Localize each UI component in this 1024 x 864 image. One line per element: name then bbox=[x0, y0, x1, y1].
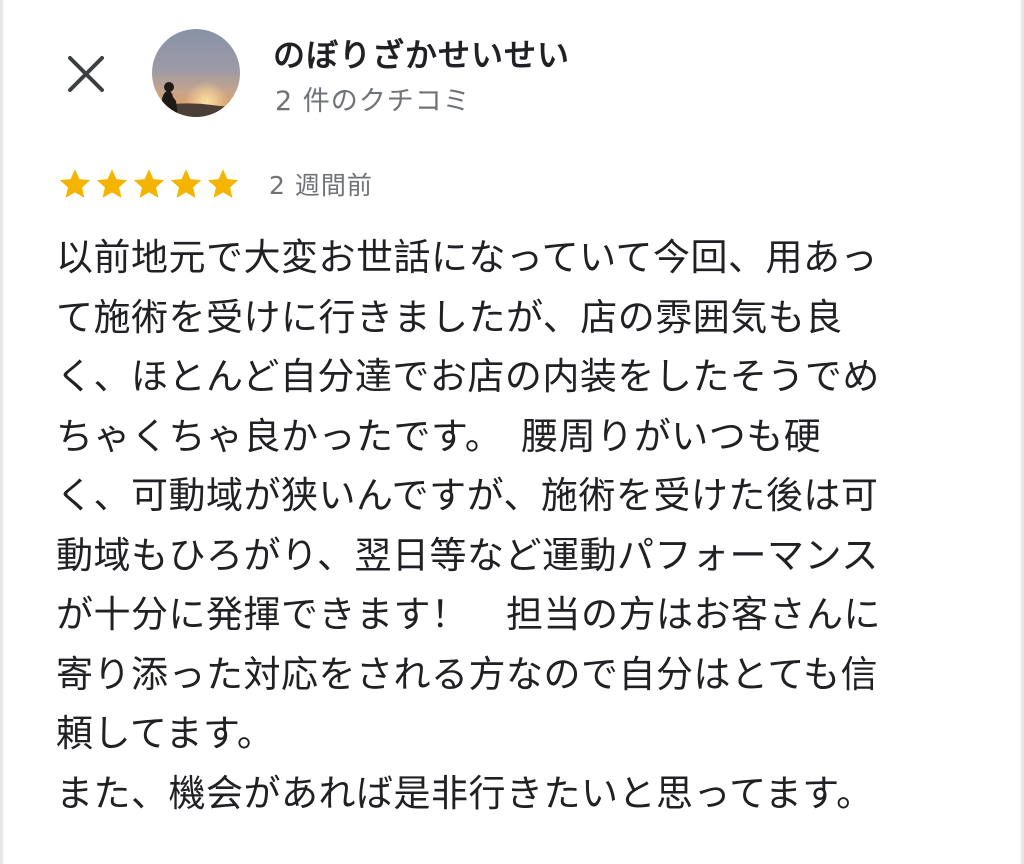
review-text-line: 以前地元で大変お世話になっていて今回、用あっ bbox=[56, 236, 879, 279]
close-icon bbox=[68, 56, 104, 92]
star-icon bbox=[59, 169, 91, 198]
review-count: 2 件のクチコミ bbox=[275, 86, 471, 117]
review-text-line: 動域もひろがり、翌日等など運動パフォーマンス bbox=[56, 533, 879, 577]
star-icon bbox=[96, 169, 128, 198]
review-text-line: 寄り添った対応をされる方なので自分はとても信 bbox=[56, 652, 879, 696]
review-text-line: 頼してます。 bbox=[56, 712, 275, 755]
reviewer-name[interactable]: のぼりざかせいせい bbox=[273, 30, 570, 76]
review-text-line: が十分に発揮できます！ 担当の方はお客さんに bbox=[56, 593, 881, 636]
close-button[interactable] bbox=[63, 51, 109, 97]
star-icon bbox=[207, 169, 239, 198]
review-time: 2 週間前 bbox=[269, 171, 373, 200]
avatar[interactable] bbox=[152, 29, 240, 117]
review-text-line: て施術を受けに行きましたが、店の雰囲気も良 bbox=[56, 295, 843, 339]
review-text-line: く、可動域が狭いんですが、施術を受けた後は可 bbox=[56, 474, 879, 517]
avatar-image bbox=[152, 29, 240, 117]
review-text-line: ちゃくちゃ良かったです。 腰周りがいつも硬 bbox=[56, 414, 822, 458]
star-icon bbox=[170, 169, 202, 198]
review-text-line: また、機会があれば是非行きたいと思ってます。 bbox=[56, 771, 874, 815]
review-text-line: く、ほとんど自分達でお店の内装をしたそうでめ bbox=[56, 355, 880, 398]
review-detail-page: のぼりざかせいせい 2 件のクチコミ 2 週間前 以前地元で大変お世話になってい… bbox=[0, 0, 1024, 864]
review-text: 以前地元で大変お世話になっていて今回、用あっ て施術を受けに行きましたが、店の雰囲… bbox=[56, 228, 986, 823]
star-rating bbox=[57, 166, 241, 202]
star-icon bbox=[133, 169, 165, 198]
rating-row: 2 週間前 bbox=[57, 166, 373, 202]
